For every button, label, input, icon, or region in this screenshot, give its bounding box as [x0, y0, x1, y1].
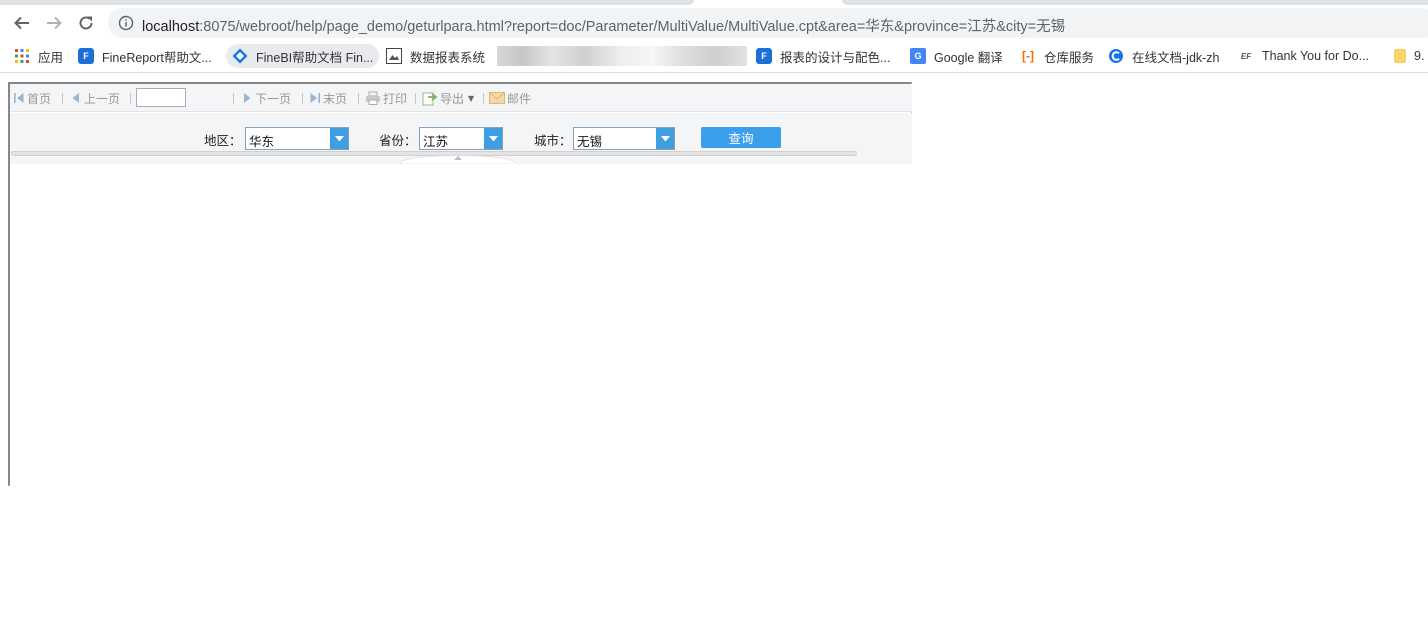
tab-left[interactable]	[0, 0, 694, 5]
bookmark-google-translate[interactable]: G Google 翻译	[910, 44, 1003, 68]
back-button[interactable]	[9, 10, 35, 36]
bookmark-thank-you[interactable]: EF Thank You for Do...	[1238, 44, 1369, 68]
bookmark-finereport-help[interactable]: F FineReport帮助文...	[78, 44, 212, 68]
reload-icon	[79, 16, 93, 30]
next-page-label: 下一页	[255, 91, 292, 106]
toolbar-divider	[415, 93, 416, 104]
bookmark-label: FineReport帮助文...	[102, 50, 212, 65]
toolbar-divider	[62, 93, 63, 104]
forward-button[interactable]	[41, 10, 67, 36]
area-value: 华东	[249, 134, 275, 149]
toolbar-divider	[130, 93, 131, 104]
city-combo[interactable]: 无锡	[573, 127, 675, 150]
chevron-down-icon[interactable]	[656, 128, 674, 149]
print-label: 打印	[383, 91, 408, 106]
bookmark-jdk-docs[interactable]: 在线文档-jdk-zh	[1108, 44, 1220, 68]
area-combo[interactable]: 华东	[245, 127, 349, 150]
finebi-icon	[232, 48, 248, 64]
first-page-button[interactable]: 首页	[13, 90, 51, 106]
last-page-button[interactable]: 末页	[309, 90, 347, 106]
export-button[interactable]: 导出 ▼	[422, 90, 474, 106]
first-page-icon	[13, 92, 25, 104]
page-number-input[interactable]	[136, 88, 186, 107]
back-arrow-icon	[14, 16, 29, 30]
bookmark-label: FineBI帮助文档 Fin...	[256, 50, 374, 65]
toolbar-divider	[483, 93, 484, 104]
bookmark-folder[interactable]: 9.	[1394, 44, 1424, 68]
mail-icon	[489, 92, 505, 104]
c-circle-icon	[1108, 48, 1124, 64]
toolbar-divider	[302, 93, 303, 104]
navigation-bar: localhost:8075/webroot/help/page_demo/ge…	[0, 6, 1428, 40]
prev-page-label: 上一页	[84, 91, 121, 106]
bookmark-label: Google 翻译	[934, 50, 1003, 65]
forward-arrow-icon	[47, 16, 62, 30]
area-label: 地区：	[204, 133, 242, 148]
parameter-panel: 地区： 华东 省份： 江苏 城市： 无锡 查询	[10, 113, 912, 164]
bookmark-data-report-system[interactable]: 数据报表系统	[386, 44, 485, 68]
first-page-label: 首页	[27, 91, 52, 106]
tab-right[interactable]	[842, 0, 1428, 5]
province-label: 省份：	[379, 133, 417, 148]
last-page-icon	[309, 92, 321, 104]
bookmark-label: 报表的设计与配色...	[780, 50, 891, 65]
apps-grid-icon	[14, 48, 30, 64]
image-icon	[386, 48, 402, 64]
bookmark-label: Thank You for Do...	[1262, 49, 1370, 63]
aliyun-icon: [-]	[1022, 49, 1034, 63]
next-page-button[interactable]: 下一页	[241, 90, 291, 106]
printer-icon	[365, 91, 381, 105]
toolbar-divider	[358, 93, 359, 104]
chevron-down-icon[interactable]	[484, 128, 502, 149]
ef-icon: EF	[1240, 51, 1252, 61]
url-path: :8075/webroot/help/page_demo/geturlpara.…	[199, 19, 1066, 35]
bookmark-warehouse-service[interactable]: [-] 仓库服务	[1020, 44, 1094, 68]
url-text[interactable]: localhost:8075/webroot/help/page_demo/ge…	[142, 15, 1065, 36]
bookmark-label: 仓库服务	[1044, 50, 1095, 65]
prev-page-icon	[70, 92, 82, 104]
province-value: 江苏	[423, 134, 449, 149]
finereport-icon: F	[756, 48, 772, 64]
mail-label: 邮件	[507, 91, 532, 106]
collapse-panel-toggle[interactable]	[400, 155, 516, 163]
export-label: 导出	[440, 91, 465, 106]
chevron-down-icon[interactable]	[330, 128, 348, 149]
export-icon	[422, 91, 438, 106]
bookmark-label: 应用	[38, 50, 64, 65]
city-value: 无锡	[577, 134, 603, 149]
address-bar[interactable]: localhost:8075/webroot/help/page_demo/ge…	[108, 8, 1428, 38]
blurred-bookmark[interactable]	[497, 46, 747, 66]
report-toolbar: 首页 上一页 下一页 末页 打印 导出 ▼ 邮件	[10, 84, 912, 112]
google-translate-icon: G	[910, 48, 926, 64]
finereport-icon: F	[78, 48, 94, 64]
report-content-area	[10, 164, 912, 486]
toolbar-divider	[233, 93, 234, 104]
bookmark-label: 在线文档-jdk-zh	[1132, 50, 1220, 65]
bookmark-apps[interactable]: 应用	[14, 44, 63, 68]
print-button[interactable]: 打印	[365, 90, 407, 106]
prev-page-button[interactable]: 上一页	[70, 90, 120, 106]
folder-icon	[1394, 49, 1406, 63]
bookmark-finebi-help[interactable]: FineBI帮助文档 Fin...	[226, 44, 380, 68]
last-page-label: 末页	[323, 91, 348, 106]
report-frame: 首页 上一页 下一页 末页 打印 导出 ▼ 邮件 地区： 华东 省份： 江苏 城…	[8, 82, 912, 486]
collapse-arrow-icon	[454, 156, 462, 160]
info-icon[interactable]	[118, 15, 134, 35]
city-label: 城市：	[534, 133, 572, 148]
url-host: localhost	[142, 19, 200, 35]
bookmark-report-design[interactable]: F 报表的设计与配色...	[756, 44, 890, 68]
mail-button[interactable]: 邮件	[489, 90, 531, 106]
bookmark-label: 数据报表系统	[410, 50, 486, 65]
bookmark-label: 9.	[1414, 49, 1425, 63]
reload-button[interactable]	[73, 10, 99, 36]
caret-down-icon: ▼	[468, 93, 475, 103]
query-button[interactable]: 查询	[701, 127, 781, 148]
next-page-icon	[241, 92, 253, 104]
province-combo[interactable]: 江苏	[419, 127, 503, 150]
